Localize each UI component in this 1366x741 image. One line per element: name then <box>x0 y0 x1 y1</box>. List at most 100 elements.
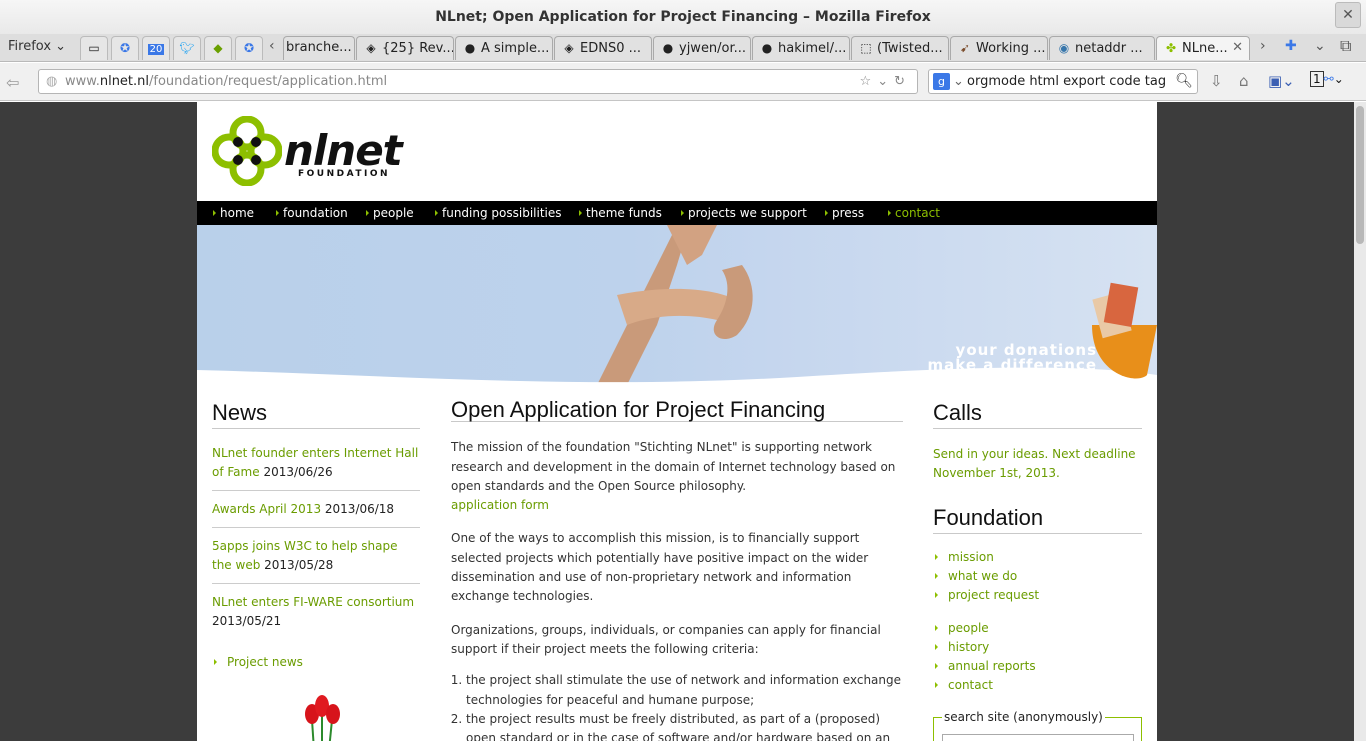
logo-subtitle: FOUNDATION <box>298 169 391 179</box>
browser-tab-9[interactable]: ◉ netaddr ... <box>1049 36 1155 60</box>
link-annual-reports[interactable]: annual reports <box>933 657 1142 676</box>
globe-icon: ◍ <box>46 74 58 89</box>
window-titlebar: NLnet; Open Application for Project Fina… <box>0 0 1366 34</box>
url-bar[interactable]: ◍ www.nlnet.nl/foundation/request/applic… <box>38 69 918 94</box>
github-icon: ● <box>464 41 476 55</box>
calls-heading: Calls <box>933 400 1142 429</box>
foundation-links-1: mission what we do project request <box>933 548 1142 605</box>
mission-paragraph: The mission of the foundation "Stichting… <box>451 440 896 493</box>
firefox-menu-button[interactable]: Firefox ⌄ <box>8 39 66 54</box>
tab-list-icon[interactable]: ⌄ <box>1314 38 1326 54</box>
nav-people[interactable]: people <box>366 201 414 225</box>
google-engine-icon[interactable]: g <box>933 73 950 90</box>
news-link[interactable]: Awards April 2013 <box>212 502 321 516</box>
search-magnifier-icon[interactable]: 🔍︎ <box>1175 70 1193 93</box>
link-project-request[interactable]: project request <box>933 586 1142 605</box>
browser-tab-4[interactable]: ◈ EDNS0 ... <box>554 36 652 60</box>
tulips-image <box>305 695 340 741</box>
navigation-toolbar: ⇦ ◍ www.nlnet.nl/foundation/request/appl… <box>0 63 1366 101</box>
github-icon: ● <box>662 41 674 55</box>
pinned-tab-leaf-icon[interactable]: ◆ <box>204 36 232 60</box>
nav-projects[interactable]: projects we support <box>681 201 807 225</box>
browser-tab-7[interactable]: ⬚ (Twisted... <box>851 36 949 60</box>
nav-press[interactable]: press <box>825 201 864 225</box>
project-news-link[interactable]: Project news <box>212 653 420 672</box>
url-dropdown-icon[interactable]: ⌄ <box>877 74 894 89</box>
network-icon: ⚯ <box>1323 72 1334 86</box>
news-date: 2013/05/21 <box>212 614 282 628</box>
zoom-box[interactable]: 1 ⚯⌄ <box>1310 71 1344 87</box>
scrollbar-thumb[interactable] <box>1356 106 1364 244</box>
window-close-button[interactable]: ✕ <box>1335 2 1361 28</box>
engine-dropdown-icon[interactable]: ⌄ <box>953 70 964 93</box>
tab-scroll-left-icon[interactable]: ‹ <box>269 38 275 54</box>
nlnet-logo[interactable]: nlnet FOUNDATION <box>212 116 403 186</box>
download-arrow-icon[interactable]: ⇩ <box>1210 72 1223 90</box>
site-search-box: search site (anonymously) <box>933 710 1142 741</box>
criteria-item: the project shall stimulate the use of n… <box>466 671 903 710</box>
page-scrollbar[interactable] <box>1354 102 1366 741</box>
browser-tab-8[interactable]: ➹ Working ... <box>950 36 1048 60</box>
criteria-intro: Organizations, groups, individuals, or c… <box>451 622 881 656</box>
new-tab-icon[interactable]: ✚ <box>1285 38 1297 54</box>
nav-theme-funds[interactable]: theme funds <box>579 201 662 225</box>
diamond-icon: ◈ <box>564 41 574 55</box>
browser-tab-active[interactable]: ✤ NLne... ✕ <box>1156 36 1250 60</box>
bird-icon: ➹ <box>959 41 971 55</box>
main-content: Open Application for Project Financing T… <box>451 398 903 741</box>
home-icon[interactable]: ⌂ <box>1239 72 1249 90</box>
nav-foundation[interactable]: foundation <box>276 201 348 225</box>
browser-tab-3[interactable]: ● A simple... <box>455 36 553 60</box>
banner-tagline: your donations make a difference <box>927 341 1097 374</box>
pinned-tab-bookmark2-icon[interactable]: ✪ <box>235 36 263 60</box>
python-icon: ◉ <box>1058 41 1070 55</box>
search-query: orgmode html export code tag <box>967 74 1167 89</box>
reload-icon[interactable]: ↻ <box>894 74 911 89</box>
site-search-input[interactable] <box>942 734 1134 741</box>
page-viewport: nlnet FOUNDATION home foundation people … <box>0 102 1354 741</box>
news-date: 2013/06/18 <box>324 502 395 516</box>
foundation-heading: Foundation <box>933 505 1142 534</box>
pinned-tab-calendar-icon[interactable]: 20 <box>142 36 170 60</box>
ways-paragraph: One of the ways to accomplish this missi… <box>451 531 869 604</box>
pinned-tab-bookmark-icon[interactable]: ✪ <box>111 36 139 60</box>
browser-tab-5[interactable]: ● yjwen/or... <box>653 36 751 60</box>
page-title: Open Application for Project Financing <box>451 398 903 423</box>
addon-icon[interactable]: ▣⌄ <box>1268 72 1295 90</box>
back-arrow-icon[interactable]: ⇦ <box>6 73 19 92</box>
calls-link[interactable]: Send in your ideas. Next deadline Novemb… <box>933 445 1142 483</box>
browser-tab-1[interactable]: branche... <box>283 36 355 60</box>
news-heading: News <box>212 400 420 429</box>
project-news-list: Project news <box>212 653 420 672</box>
link-contact[interactable]: contact <box>933 676 1142 695</box>
news-date: 2013/05/28 <box>264 558 334 572</box>
link-people[interactable]: people <box>933 619 1142 638</box>
news-date: 2013/06/26 <box>263 465 333 479</box>
link-mission[interactable]: mission <box>933 548 1142 567</box>
browser-tab-6[interactable]: ● hakimel/... <box>752 36 850 60</box>
tab-close-icon[interactable]: ✕ <box>1232 37 1243 59</box>
news-item: Awards April 2013 2013/06/18 <box>212 491 420 528</box>
news-item: 5apps joins W3C to help shape the web 20… <box>212 528 420 584</box>
pinned-tab-twitter-icon[interactable]: 🐦︎ <box>173 36 201 60</box>
nav-home[interactable]: home <box>213 201 254 225</box>
tabs-group-icon[interactable]: ⧉ <box>1340 36 1351 56</box>
logo-wordmark: nlnet <box>284 126 403 175</box>
nav-funding[interactable]: funding possibilities <box>435 201 562 225</box>
application-form-link[interactable]: application form <box>451 498 549 512</box>
search-bar[interactable]: g ⌄ orgmode html export code tag 🔍︎ <box>928 69 1198 94</box>
link-history[interactable]: history <box>933 638 1142 657</box>
news-column: News NLnet founder enters Internet Hall … <box>212 400 420 741</box>
browser-tab-2[interactable]: ◈ {25} Rev... <box>356 36 454 60</box>
tab-bar: Firefox ⌄ ▭ ✪ 20 🐦︎ ◆ ✪ ‹ branche... ◈ {2… <box>0 34 1366 62</box>
pinned-tab-page-icon[interactable]: ▭ <box>80 36 108 60</box>
webpage: nlnet FOUNDATION home foundation people … <box>197 102 1157 741</box>
nav-contact[interactable]: contact <box>888 201 940 225</box>
news-link[interactable]: NLnet enters FI-WARE consortium <box>212 595 414 609</box>
bookmark-star-icon[interactable]: ☆ <box>860 74 878 89</box>
criteria-list: the project shall stimulate the use of n… <box>451 671 903 741</box>
link-what-we-do[interactable]: what we do <box>933 567 1142 586</box>
donation-banner[interactable]: your donations make a difference <box>197 225 1157 385</box>
tab-scroll-right-icon[interactable]: › <box>1260 38 1266 54</box>
foundation-links-2: people history annual reports contact <box>933 619 1142 695</box>
